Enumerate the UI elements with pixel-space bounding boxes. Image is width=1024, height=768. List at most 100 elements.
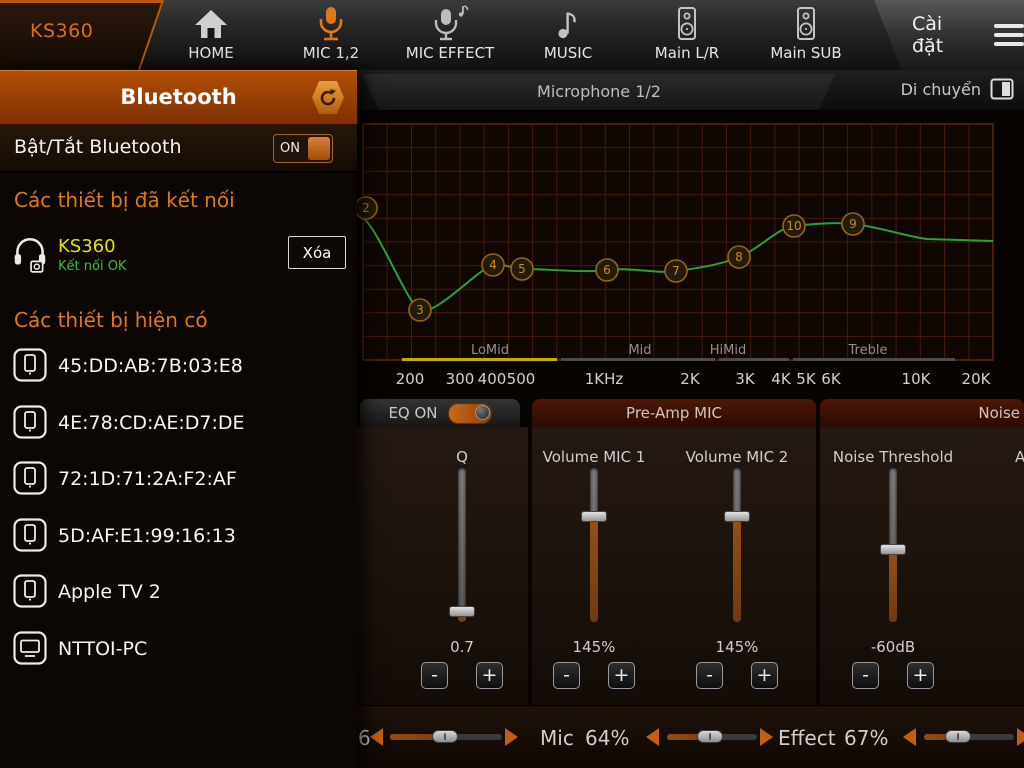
connected-device-name: KS360 (58, 236, 116, 257)
device-name: 45:DD:AB:7B:03:E8 (58, 337, 243, 394)
mic2-minus-button[interactable]: - (696, 662, 723, 689)
freq-tick: 6K (821, 370, 840, 388)
nav-main-sub[interactable]: Main SUB (749, 2, 863, 68)
slider-label: Q (456, 448, 468, 466)
phone-device-icon (12, 347, 48, 387)
increase-arrow[interactable] (505, 728, 518, 746)
q-slider[interactable] (458, 468, 466, 622)
bluetooth-header: Bluetooth (0, 70, 357, 125)
device-name: Apple TV 2 (58, 563, 161, 620)
device-row[interactable]: NTTOI-PC (0, 620, 357, 677)
increase-arrow[interactable] (760, 728, 773, 746)
move-control[interactable]: Di chuyển (901, 78, 1014, 100)
speaker-icon (789, 2, 823, 42)
effect-level-value: 67% (844, 726, 888, 750)
move-icon (990, 78, 1014, 100)
eq-band-marker[interactable]: 4 (482, 254, 504, 276)
q-minus-button[interactable]: - (421, 662, 448, 689)
nav-mic-effect[interactable]: MIC EFFECT (388, 2, 512, 68)
freq-tick: 200 (396, 370, 425, 388)
nav-music[interactable]: MUSIC (513, 2, 623, 68)
settings-button[interactable]: Cài đặt (874, 0, 1024, 70)
move-label: Di chuyển (901, 80, 981, 99)
noise-threshold-handle[interactable] (880, 544, 906, 555)
device-tab-label: KS360 (30, 20, 93, 42)
nav-home-label: HOME (188, 44, 234, 62)
nav-home[interactable]: HOME (156, 2, 266, 68)
mic1-minus-button[interactable]: - (553, 662, 580, 689)
svg-text:9: 9 (849, 217, 857, 231)
q-slider-handle[interactable] (449, 606, 475, 617)
eq-band-marker[interactable]: 7 (665, 260, 687, 282)
bluetooth-power-label: Bật/Tắt Bluetooth (14, 136, 182, 158)
device-row[interactable]: 5D:AF:E1:99:16:13 (0, 507, 357, 564)
svg-text:7: 7 (672, 264, 680, 278)
svg-text:8: 8 (735, 250, 743, 264)
eq-band-marker[interactable]: 5 (511, 258, 533, 280)
device-name: NTTOI-PC (58, 620, 147, 677)
noise-plus-button[interactable]: + (907, 662, 934, 689)
nav-main-lr[interactable]: Main L/R (630, 2, 744, 68)
main-area: Microphone 1/2 Di chuyển LoMid Mid HiMid… (357, 70, 1024, 768)
volume-mic2-slider[interactable] (733, 468, 741, 622)
device-row[interactable]: 72:1D:71:2A:F2:AF (0, 450, 357, 507)
phone-device-icon (12, 404, 48, 444)
volume-mic1-slider[interactable] (590, 468, 598, 622)
music-slider-handle[interactable] (432, 730, 458, 743)
eq-band-marker[interactable]: 6 (596, 259, 618, 281)
nav-main-sub-label: Main SUB (770, 44, 841, 62)
decrease-arrow[interactable] (903, 728, 916, 746)
bluetooth-power-row: Bật/Tắt Bluetooth ON (0, 124, 357, 173)
q-plus-button[interactable]: + (476, 662, 503, 689)
tab-strip: Microphone 1/2 Di chuyển (357, 70, 1024, 111)
music-value-partial: 6 (358, 726, 371, 750)
slider-label: Volume MIC 2 (686, 448, 789, 466)
volume-mic2-handle[interactable] (724, 511, 750, 522)
delete-device-button[interactable]: Xóa (288, 236, 346, 269)
tab-microphone[interactable]: Microphone 1/2 (363, 74, 835, 110)
slider-label: Volume MIC 1 (543, 448, 646, 466)
mic-slider-handle[interactable] (697, 730, 723, 743)
preamp-header: Pre-Amp MIC (532, 399, 816, 427)
eq-band-marker[interactable]: 10 (783, 215, 805, 237)
freq-tick: 3K (735, 370, 754, 388)
freq-tick: 1KHz (585, 370, 624, 388)
device-name: 72:1D:71:2A:F2:AF (58, 450, 237, 507)
device-row[interactable]: 4E:78:CD:AE:D7:DE (0, 394, 357, 451)
menu-icon[interactable] (994, 24, 1024, 46)
volume-mic1-handle[interactable] (581, 511, 607, 522)
eq-band-marker[interactable]: 8 (728, 246, 750, 268)
device-name: 5D:AF:E1:99:16:13 (58, 507, 236, 564)
slider-label: Noise Threshold (833, 448, 953, 466)
noise-minus-button[interactable]: - (852, 662, 879, 689)
decrease-arrow[interactable] (646, 728, 659, 746)
mic-effect-icon (431, 2, 469, 42)
connected-device-row[interactable]: KS360 Kết nối OK Xóa (0, 230, 357, 282)
bluetooth-power-toggle[interactable]: ON (273, 134, 333, 163)
phone-device-icon (12, 460, 48, 500)
eq-band-marker[interactable]: 9 (842, 213, 864, 235)
device-row[interactable]: 45:DD:AB:7B:03:E8 (0, 337, 357, 394)
mic1-plus-button[interactable]: + (608, 662, 635, 689)
slider-value: -60dB (871, 638, 915, 656)
freq-tick: 300 (446, 370, 475, 388)
eq-band-marker[interactable]: 2 (357, 197, 377, 219)
device-tab[interactable]: KS360 (0, 0, 164, 70)
freq-tick: 500 (507, 370, 536, 388)
device-name: 4E:78:CD:AE:D7:DE (58, 394, 245, 451)
connected-section-title: Các thiết bị đã kết nối (14, 188, 235, 212)
eq-band-marker[interactable]: 3 (409, 299, 431, 321)
band-label: Mid (628, 343, 651, 358)
effect-slider-handle[interactable] (945, 730, 971, 743)
nav-mic-12[interactable]: MIC 1,2 (276, 2, 386, 68)
eq-graph[interactable]: LoMid Mid HiMid Treble 2 3 4 5 6 7 8 10 (357, 122, 1024, 368)
nav-mic-effect-label: MIC EFFECT (406, 44, 494, 62)
mic2-plus-button[interactable]: + (751, 662, 778, 689)
bluetooth-panel: Bluetooth Bật/Tắt Bluetooth ON Các thiết… (0, 70, 357, 768)
eq-on-toggle[interactable] (448, 403, 492, 424)
freq-tick: 2K (680, 370, 699, 388)
decrease-arrow[interactable] (370, 728, 383, 746)
available-section-title: Các thiết bị hiện có (14, 308, 208, 332)
increase-arrow[interactable] (1017, 728, 1024, 746)
device-row[interactable]: Apple TV 2 (0, 563, 357, 620)
